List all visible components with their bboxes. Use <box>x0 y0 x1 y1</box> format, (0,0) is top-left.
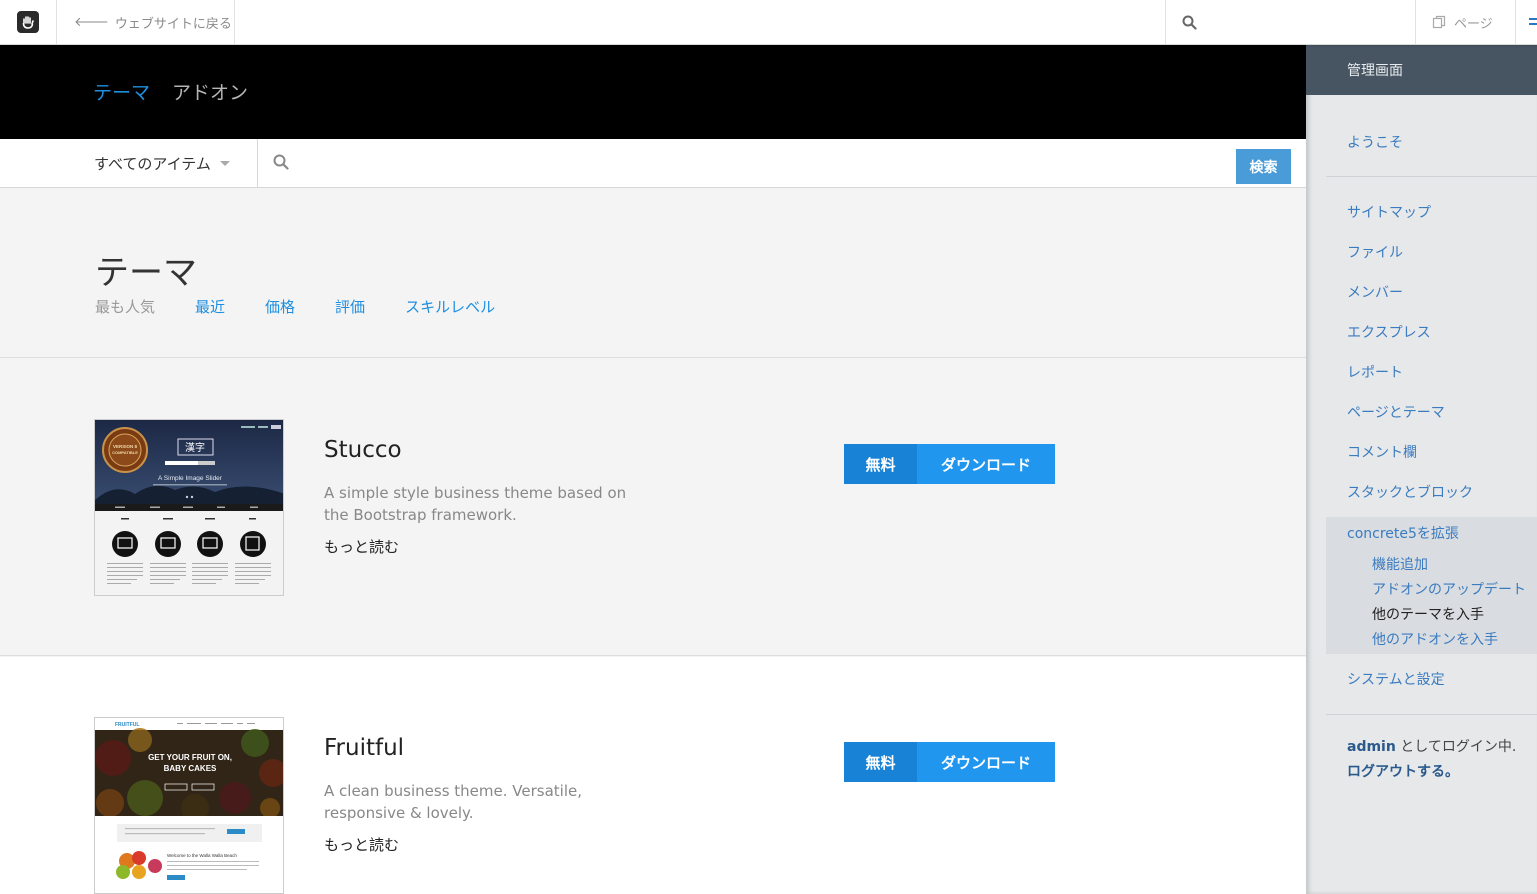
theme-name[interactable]: Fruitful <box>324 735 404 761</box>
svg-text:漢字: 漢字 <box>185 441 205 454</box>
sort-most-popular[interactable]: 最も人気 <box>95 296 155 317</box>
login-username[interactable]: admin <box>1347 739 1396 755</box>
back-to-website-label: ウェブサイトに戻る <box>114 16 232 32</box>
panel-subitem-get-addons[interactable]: 他のアドオンを入手 <box>1372 629 1498 649</box>
panel-item-members[interactable]: メンバー <box>1347 282 1403 302</box>
panel-item-welcome[interactable]: ようこそ <box>1347 132 1403 152</box>
theme-description: A clean business theme. Versatile, respo… <box>324 782 582 822</box>
marketplace-header: テーマ アドオン <box>0 45 1306 139</box>
search-bar: すべてのアイテム 検索 <box>0 139 1306 188</box>
panel-item-files[interactable]: ファイル <box>1347 242 1403 262</box>
panel-item-reports[interactable]: レポート <box>1347 362 1403 382</box>
theme-thumbnail[interactable]: FRUITFUL GET YOUR FRUIT ON, BABY CAKES W… <box>94 717 284 894</box>
panel-subitem-add-functionality[interactable]: 機能追加 <box>1372 554 1428 574</box>
search-icon <box>273 154 289 170</box>
read-more-link[interactable]: もっと読む <box>324 834 399 855</box>
svg-text:BABY CAKES: BABY CAKES <box>164 764 217 773</box>
theme-description: A simple style business theme based on t… <box>324 484 627 524</box>
top-toolbar: 🡐 ウェブサイトに戻る ページ <box>0 0 1537 45</box>
search-button[interactable]: 検索 <box>1236 149 1291 184</box>
panel-divider <box>1326 714 1537 715</box>
sort-skill-level[interactable]: スキルレベル <box>405 296 495 317</box>
toolbar-search[interactable] <box>1165 0 1416 44</box>
login-status: admin としてログイン中. ログアウトする。 <box>1347 735 1516 785</box>
sort-price[interactable]: 価格 <box>265 296 295 317</box>
logout-link[interactable]: ログアウトする。 <box>1347 764 1459 780</box>
panel-divider <box>1326 176 1537 177</box>
search-input[interactable] <box>300 147 1220 179</box>
panel-item-pages-themes[interactable]: ページとテーマ <box>1347 402 1445 422</box>
page-title: テーマ <box>95 253 197 293</box>
tab-addons[interactable]: アドオン <box>172 78 248 105</box>
svg-text:GET YOUR FRUIT ON,: GET YOUR FRUIT ON, <box>148 753 232 762</box>
copy-icon <box>1432 15 1446 29</box>
sort-links: 最も人気 最近 価格 評価 スキルレベル <box>95 296 535 317</box>
item-filter-select[interactable]: すべてのアイテム <box>0 139 258 187</box>
panel-item-comments[interactable]: コメント欄 <box>1347 442 1417 462</box>
dashboard-panel: 管理画面 ようこそ サイトマップ ファイル メンバー エクスプレス レポート ペ… <box>1306 45 1537 894</box>
item-filter-value: すべてのアイテム <box>94 154 211 173</box>
menu-icon <box>1529 18 1537 25</box>
panel-item-sitemap[interactable]: サイトマップ <box>1347 202 1431 222</box>
read-more-link[interactable]: もっと読む <box>324 536 399 557</box>
download-label: ダウンロード <box>917 742 1055 782</box>
caret-down-icon <box>219 160 230 166</box>
page-button-label: ページ <box>1454 16 1493 32</box>
download-label: ダウンロード <box>917 444 1055 484</box>
theme-item: VERSION 8 COMPATIBLE 漢字 A Simple Image S… <box>0 358 1306 656</box>
price-label: 無料 <box>844 742 917 782</box>
search-icon <box>1182 15 1197 30</box>
svg-text:A Simple Image Slider: A Simple Image Slider <box>158 475 223 482</box>
svg-text:Welcome to the Walla Walla Bea: Welcome to the Walla Walla Beach <box>167 853 237 858</box>
tab-themes[interactable]: テーマ <box>93 78 150 105</box>
panel-subitem-update-addons[interactable]: アドオンのアップデート <box>1372 579 1526 599</box>
panel-subitem-get-themes[interactable]: 他のテーマを入手 <box>1372 604 1484 624</box>
svg-text:COMPATIBLE: COMPATIBLE <box>112 450 138 455</box>
theme-name[interactable]: Stucco <box>324 437 402 463</box>
login-suffix: としてログイン中. <box>1395 739 1517 755</box>
theme-item: FRUITFUL GET YOUR FRUIT ON, BABY CAKES W… <box>0 657 1306 894</box>
hand-icon <box>17 11 39 33</box>
arrow-left-icon: 🡐 <box>74 15 109 30</box>
svg-text:VERSION 8: VERSION 8 <box>113 444 138 449</box>
panel-item-stacks-blocks[interactable]: スタックとブロック <box>1347 482 1473 502</box>
back-to-website-link[interactable]: 🡐 ウェブサイトに戻る <box>57 0 235 44</box>
svg-text:FRUITFUL: FRUITFUL <box>115 722 139 728</box>
panel-item-extend[interactable]: concrete5を拡張 <box>1347 523 1459 543</box>
sort-rating[interactable]: 評価 <box>335 296 365 317</box>
marketplace-main: テーマ アドオン すべてのアイテム 検索 テーマ 最も人気 最近 価格 評価 ス… <box>0 45 1306 894</box>
dashboard-menu-button[interactable] <box>1516 0 1537 44</box>
panel-item-express[interactable]: エクスプレス <box>1347 322 1431 342</box>
concrete5-logo[interactable] <box>0 0 57 44</box>
download-button[interactable]: 無料 ダウンロード <box>844 444 1055 484</box>
panel-header[interactable]: 管理画面 <box>1306 45 1537 95</box>
page-button[interactable]: ページ <box>1416 0 1516 44</box>
panel-item-system-settings[interactable]: システムと設定 <box>1347 669 1445 689</box>
theme-thumbnail[interactable]: VERSION 8 COMPATIBLE 漢字 A Simple Image S… <box>94 419 284 596</box>
sort-recent[interactable]: 最近 <box>195 296 225 317</box>
download-button[interactable]: 無料 ダウンロード <box>844 742 1055 782</box>
price-label: 無料 <box>844 444 917 484</box>
